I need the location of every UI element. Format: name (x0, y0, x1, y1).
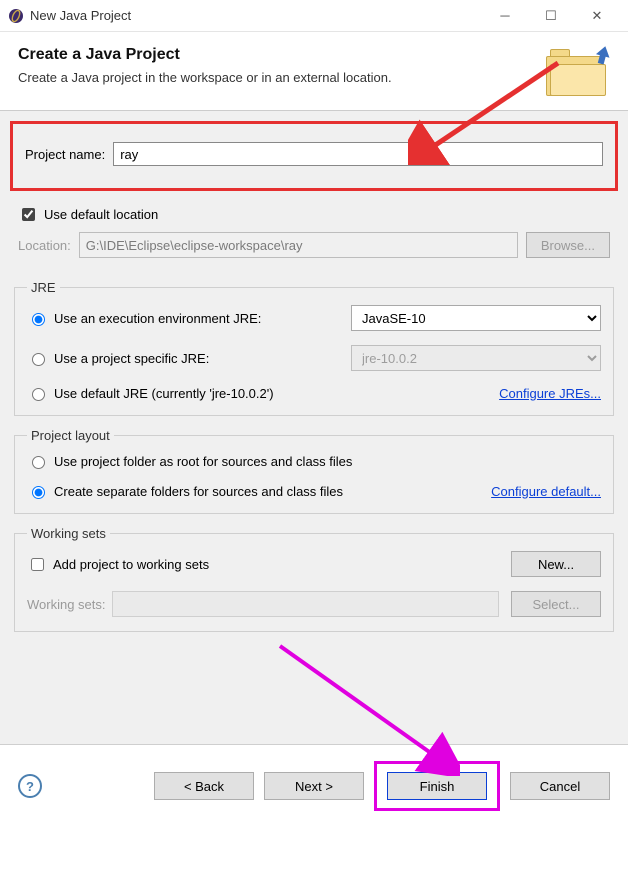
project-name-label: Project name: (25, 147, 105, 162)
layout-legend: Project layout (27, 428, 114, 443)
wizard-banner-icon (546, 46, 610, 98)
working-sets-legend: Working sets (27, 526, 110, 541)
configure-layout-link[interactable]: Configure default... (491, 484, 601, 499)
use-default-location-checkbox[interactable] (22, 208, 35, 221)
back-button[interactable]: < Back (154, 772, 254, 800)
window-title: New Java Project (30, 8, 482, 23)
titlebar: New Java Project ─ ☐ ✕ (0, 0, 628, 32)
jre-option-default[interactable]: Use default JRE (currently 'jre-10.0.2') (27, 385, 339, 401)
location-label: Location: (18, 238, 71, 253)
configure-jres-link[interactable]: Configure JREs... (351, 386, 601, 401)
add-to-working-sets-checkbox[interactable] (31, 558, 44, 571)
jre-legend: JRE (27, 280, 60, 295)
project-name-input[interactable] (113, 142, 603, 166)
help-button[interactable]: ? (18, 774, 42, 798)
finish-highlight-frame: Finish (374, 761, 500, 811)
jre-option-specific-radio[interactable] (32, 353, 45, 366)
use-default-location-label: Use default location (44, 207, 158, 222)
working-sets-select (112, 591, 499, 617)
jre-env-select[interactable]: JavaSE-10 (351, 305, 601, 331)
location-input (79, 232, 518, 258)
project-name-row: Project name: (10, 121, 618, 191)
maximize-button[interactable]: ☐ (528, 1, 574, 31)
eclipse-icon (8, 8, 24, 24)
layout-option-root-radio[interactable] (32, 456, 45, 469)
wizard-header: Create a Java Project Create a Java proj… (0, 32, 628, 110)
wizard-title: Create a Java Project (18, 46, 546, 64)
close-button[interactable]: ✕ (574, 1, 620, 31)
jre-specific-select: jre-10.0.2 (351, 345, 601, 371)
working-sets-label: Working sets: (27, 597, 106, 612)
wizard-subtitle: Create a Java project in the workspace o… (18, 70, 546, 85)
jre-option-env[interactable]: Use an execution environment JRE: (27, 310, 339, 326)
jre-option-default-radio[interactable] (32, 388, 45, 401)
jre-option-env-radio[interactable] (32, 313, 45, 326)
wizard-footer: ? < Back Next > Finish Cancel (0, 744, 628, 839)
minimize-button[interactable]: ─ (482, 1, 528, 31)
wizard-body: Project name: Use default location Locat… (0, 110, 628, 744)
finish-button[interactable]: Finish (387, 772, 487, 800)
cancel-button[interactable]: Cancel (510, 772, 610, 800)
add-to-working-sets[interactable]: Add project to working sets (27, 555, 499, 574)
layout-option-separate[interactable]: Create separate folders for sources and … (27, 483, 491, 499)
jre-group: JRE Use an execution environment JRE: Ja… (14, 280, 614, 416)
layout-option-root[interactable]: Use project folder as root for sources a… (27, 453, 601, 469)
working-sets-group: Working sets Add project to working sets… (14, 526, 614, 632)
new-working-set-button[interactable]: New... (511, 551, 601, 577)
next-button[interactable]: Next > (264, 772, 364, 800)
select-working-sets-button[interactable]: Select... (511, 591, 601, 617)
jre-option-specific[interactable]: Use a project specific JRE: (27, 350, 339, 366)
browse-button[interactable]: Browse... (526, 232, 610, 258)
layout-option-separate-radio[interactable] (32, 486, 45, 499)
layout-group: Project layout Use project folder as roo… (14, 428, 614, 514)
